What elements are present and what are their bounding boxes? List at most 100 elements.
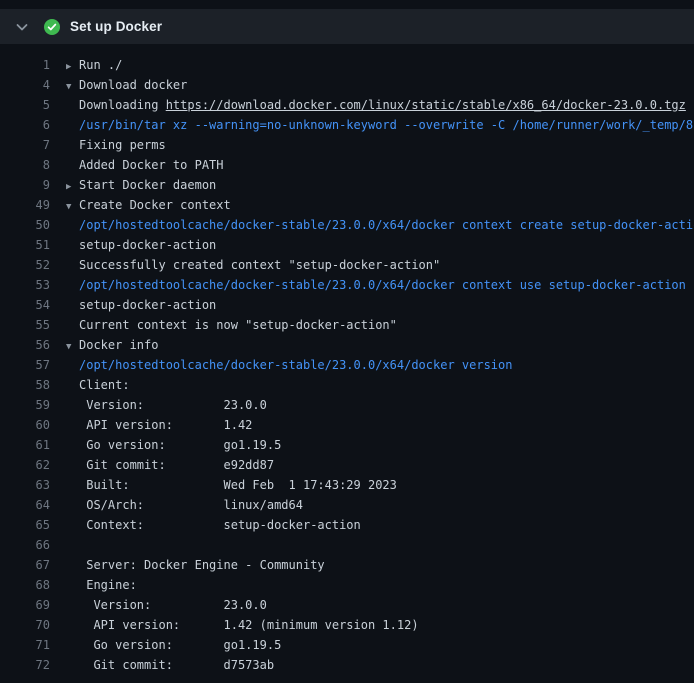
line-content: setup-docker-action <box>50 295 216 315</box>
log-link[interactable]: https://download.docker.com/linux/static… <box>166 98 686 112</box>
log-line: 66 <box>0 535 694 555</box>
line-number[interactable]: 62 <box>0 455 50 475</box>
line-content: /usr/bin/tar xz --warning=no-unknown-key… <box>50 115 694 135</box>
group-title-line[interactable]: ▼Create Docker context <box>50 195 231 215</box>
log-text: Server: Docker Engine - Community <box>79 558 325 572</box>
log-line: 65 Context: setup-docker-action <box>0 515 694 535</box>
line-number[interactable]: 61 <box>0 435 50 455</box>
log-text: Go version: go1.19.5 <box>79 438 281 452</box>
log-line: 67 Server: Docker Engine - Community <box>0 555 694 575</box>
log-line: 4▼Download docker <box>0 75 694 95</box>
line-content: Added Docker to PATH <box>50 155 224 175</box>
group-title-line[interactable]: ▶Start Docker daemon <box>50 175 216 195</box>
expand-group-arrow-icon[interactable]: ▶ <box>66 177 79 197</box>
line-content: OS/Arch: linux/amd64 <box>50 495 303 515</box>
line-number[interactable]: 57 <box>0 355 50 375</box>
log-line: 70 API version: 1.42 (minimum version 1.… <box>0 615 694 635</box>
line-number[interactable]: 4 <box>0 75 50 95</box>
log-text: Added Docker to PATH <box>79 158 224 172</box>
check-circle-icon <box>44 19 60 35</box>
group-title-line[interactable]: ▼Docker info <box>50 335 158 355</box>
log-text: Create Docker context <box>79 198 231 212</box>
line-number[interactable]: 5 <box>0 95 50 115</box>
line-number[interactable]: 50 <box>0 215 50 235</box>
log-line: 63 Built: Wed Feb 1 17:43:29 2023 <box>0 475 694 495</box>
line-content: Version: 23.0.0 <box>50 395 267 415</box>
line-number[interactable]: 51 <box>0 235 50 255</box>
log-line: 71 Go version: go1.19.5 <box>0 635 694 655</box>
line-number[interactable]: 65 <box>0 515 50 535</box>
line-number[interactable]: 6 <box>0 115 50 135</box>
line-content: API version: 1.42 <box>50 415 252 435</box>
log-command-text: /opt/hostedtoolcache/docker-stable/23.0.… <box>79 218 694 232</box>
line-content: Current context is now "setup-docker-act… <box>50 315 397 335</box>
line-content: Server: Docker Engine - Community <box>50 555 325 575</box>
line-number[interactable]: 64 <box>0 495 50 515</box>
line-content: Downloading https://download.docker.com/… <box>50 95 686 115</box>
step-title: Set up Docker <box>70 19 162 34</box>
collapse-group-arrow-icon[interactable]: ▼ <box>66 337 79 357</box>
line-number[interactable]: 70 <box>0 615 50 635</box>
line-number[interactable]: 52 <box>0 255 50 275</box>
step-header[interactable]: Set up Docker <box>0 9 694 44</box>
line-content: Git commit: d7573ab <box>50 655 274 675</box>
line-number[interactable]: 7 <box>0 135 50 155</box>
line-content: /opt/hostedtoolcache/docker-stable/23.0.… <box>50 275 686 295</box>
line-content: Go version: go1.19.5 <box>50 435 281 455</box>
line-content: Fixing perms <box>50 135 166 155</box>
log-text: Downloading <box>79 98 166 112</box>
expand-group-arrow-icon[interactable]: ▶ <box>66 57 79 77</box>
log-line: 51 setup-docker-action <box>0 235 694 255</box>
line-number[interactable]: 49 <box>0 195 50 215</box>
chevron-down-icon[interactable] <box>14 19 30 35</box>
log-text: Fixing perms <box>79 138 166 152</box>
line-number[interactable]: 59 <box>0 395 50 415</box>
log-text: Client: <box>79 378 130 392</box>
line-content: /opt/hostedtoolcache/docker-stable/23.0.… <box>50 215 694 235</box>
log-line: 68 Engine: <box>0 575 694 595</box>
log-text: Version: 23.0.0 <box>79 598 267 612</box>
line-content: Git commit: e92dd87 <box>50 455 274 475</box>
line-number[interactable]: 71 <box>0 635 50 655</box>
log-line: 59 Version: 23.0.0 <box>0 395 694 415</box>
log-text: setup-docker-action <box>79 238 216 252</box>
group-title-line[interactable]: ▼Download docker <box>50 75 187 95</box>
line-number[interactable]: 67 <box>0 555 50 575</box>
line-number[interactable]: 58 <box>0 375 50 395</box>
line-content: Client: <box>50 375 130 395</box>
line-number[interactable]: 55 <box>0 315 50 335</box>
line-number[interactable]: 60 <box>0 415 50 435</box>
line-number[interactable]: 1 <box>0 55 50 75</box>
line-number[interactable]: 54 <box>0 295 50 315</box>
log-text: Go version: go1.19.5 <box>79 638 281 652</box>
line-content <box>50 535 79 555</box>
log-line: 69 Version: 23.0.0 <box>0 595 694 615</box>
line-number[interactable]: 66 <box>0 535 50 555</box>
group-title-line[interactable]: ▶Run ./ <box>50 55 122 75</box>
log-line: 5Downloading https://download.docker.com… <box>0 95 694 115</box>
log-text: Start Docker daemon <box>79 178 216 192</box>
line-content: Go version: go1.19.5 <box>50 635 281 655</box>
line-number[interactable]: 56 <box>0 335 50 355</box>
log-line: 58 Client: <box>0 375 694 395</box>
log-line: 50/opt/hostedtoolcache/docker-stable/23.… <box>0 215 694 235</box>
line-content: API version: 1.42 (minimum version 1.12) <box>50 615 419 635</box>
line-number[interactable]: 68 <box>0 575 50 595</box>
log-text: Built: Wed Feb 1 17:43:29 2023 <box>79 478 397 492</box>
collapse-group-arrow-icon[interactable]: ▼ <box>66 77 79 97</box>
actions-log-viewer: Set up Docker 1▶Run ./4▼Download docker5… <box>0 0 694 683</box>
line-number[interactable]: 9 <box>0 175 50 195</box>
log-area: 1▶Run ./4▼Download docker5Downloading ht… <box>0 44 694 675</box>
log-line: 61 Go version: go1.19.5 <box>0 435 694 455</box>
collapse-group-arrow-icon[interactable]: ▼ <box>66 197 79 217</box>
line-number[interactable]: 8 <box>0 155 50 175</box>
log-line: 62 Git commit: e92dd87 <box>0 455 694 475</box>
line-number[interactable]: 72 <box>0 655 50 675</box>
line-number[interactable]: 63 <box>0 475 50 495</box>
log-line: 56▼Docker info <box>0 335 694 355</box>
log-text: OS/Arch: linux/amd64 <box>79 498 303 512</box>
log-command-text: /usr/bin/tar xz --warning=no-unknown-key… <box>79 118 694 132</box>
line-number[interactable]: 69 <box>0 595 50 615</box>
log-line: 52Successfully created context "setup-do… <box>0 255 694 275</box>
line-number[interactable]: 53 <box>0 275 50 295</box>
